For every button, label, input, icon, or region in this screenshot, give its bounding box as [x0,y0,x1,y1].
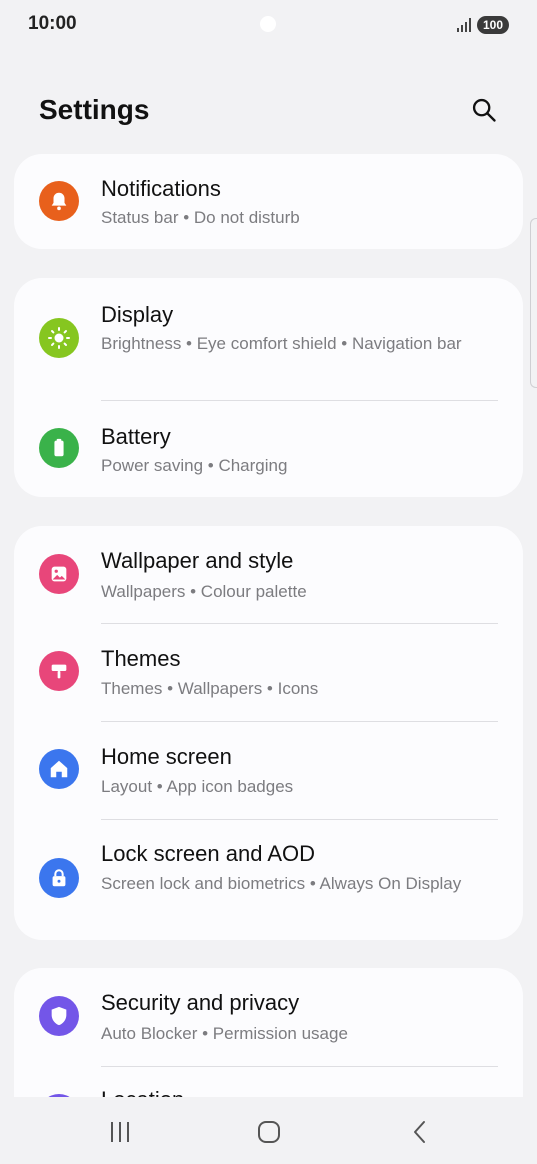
battery-level: 100 [476,16,509,34]
settings-item-battery[interactable]: Battery Power saving • Charging [14,401,523,497]
row-title: Security and privacy [101,990,300,1015]
row-subtitle: Status bar • Do not disturb [101,208,300,227]
row-subtitle: Themes • Wallpapers • Icons [101,679,319,698]
status-icons: 100 [456,16,509,34]
lock-icon [39,858,79,898]
settings-item-themes[interactable]: Themes Themes • Wallpapers • Icons [14,624,523,721]
row-title: Notifications [101,176,221,201]
row-title: Home screen [101,744,232,769]
settings-item-display[interactable]: Display Brightness • Eye comfort shield … [14,278,523,400]
settings-card-appearance: Wallpaper and style Wallpapers • Colour … [14,526,523,940]
settings-item-security[interactable]: Security and privacy Auto Blocker • Perm… [14,968,523,1065]
bell-icon [39,181,79,221]
row-subtitle: Auto Blocker • Permission usage [101,1024,348,1043]
settings-item-home-screen[interactable]: Home screen Layout • App icon badges [14,722,523,819]
row-title: Location [101,1087,184,1097]
recents-icon [111,1122,129,1142]
settings-list: Notifications Status bar • Do not distur… [0,0,537,1097]
row-title: Lock screen and AOD [101,841,316,866]
navigation-bar [0,1097,537,1164]
row-title: Battery [101,424,171,449]
recents-button[interactable] [100,1117,140,1147]
scrollbar[interactable] [530,218,537,388]
header: Settings [0,88,537,132]
settings-item-notifications[interactable]: Notifications Status bar • Do not distur… [14,154,523,249]
settings-item-location[interactable]: Location [14,1067,523,1097]
home-button-icon [258,1121,280,1143]
row-subtitle: Brightness • Eye comfort shield • Naviga… [101,334,462,353]
status-time: 10:00 [28,13,77,34]
settings-item-lock-screen[interactable]: Lock screen and AOD Screen lock and biom… [14,820,523,940]
settings-card-security: Security and privacy Auto Blocker • Perm… [14,968,523,1097]
signal-icon [456,18,471,32]
row-title: Themes [101,646,181,671]
paint-roller-icon [39,651,79,691]
settings-item-wallpaper[interactable]: Wallpaper and style Wallpapers • Colour … [14,526,523,623]
camera-cutout [260,16,276,32]
search-button[interactable] [469,95,499,125]
row-subtitle: Layout • App icon badges [101,777,294,796]
search-icon [472,98,496,122]
home-button[interactable] [249,1117,289,1147]
page-title: Settings [39,94,150,125]
row-title: Display [101,302,174,327]
image-icon [39,554,79,594]
settings-card-notifications: Notifications Status bar • Do not distur… [14,154,523,249]
row-subtitle: Power saving • Charging [101,456,288,475]
battery-icon [39,428,79,468]
row-subtitle: Wallpapers • Colour palette [101,582,307,601]
back-button[interactable] [400,1117,440,1147]
row-subtitle: Screen lock and biometrics • Always On D… [101,874,462,893]
shield-icon [39,996,79,1036]
brightness-icon [39,318,79,358]
home-icon [39,749,79,789]
settings-card-display-battery: Display Brightness • Eye comfort shield … [14,278,523,497]
back-icon [414,1121,425,1143]
row-title: Wallpaper and style [101,548,294,573]
